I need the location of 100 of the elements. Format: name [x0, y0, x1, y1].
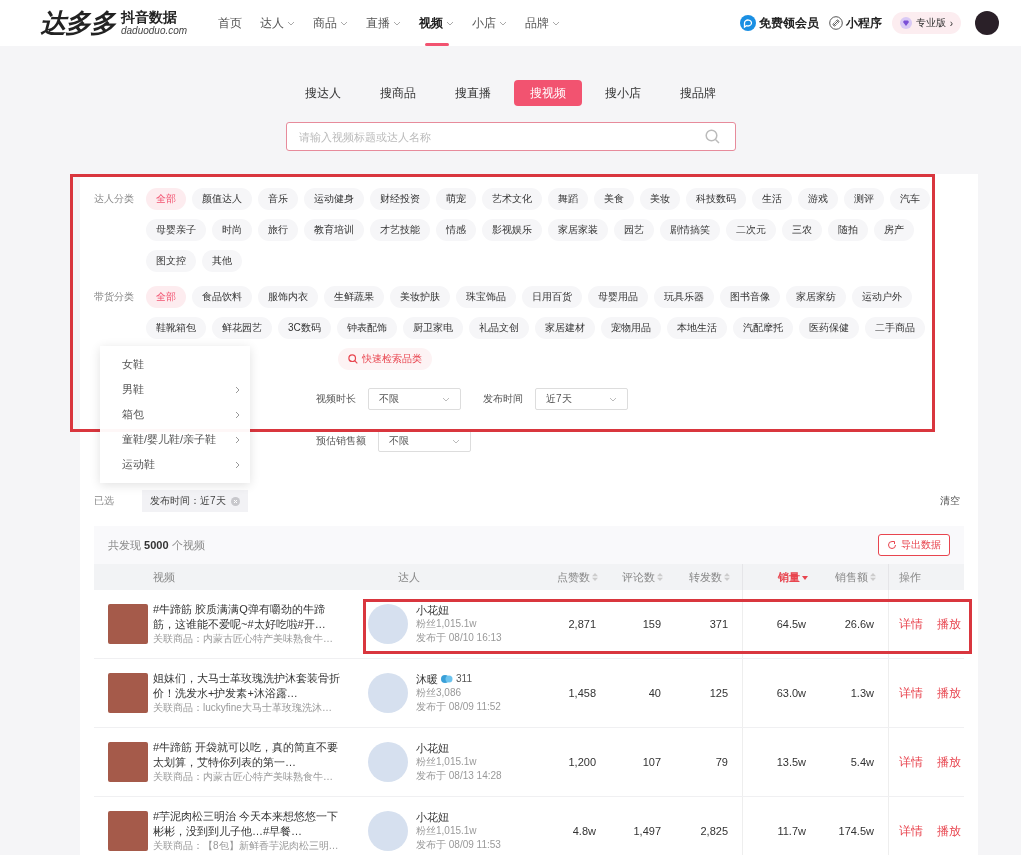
category-option[interactable]: 三农 — [782, 219, 822, 241]
filter-tag[interactable]: 发布时间：近7天 — [142, 490, 248, 512]
search-tab[interactable]: 搜直播 — [439, 80, 507, 106]
category-option[interactable]: 运动健身 — [304, 188, 364, 210]
category-option[interactable]: 测评 — [844, 188, 884, 210]
talent-name[interactable]: 小花妞 — [416, 741, 449, 755]
talent-name[interactable]: 小花妞 — [416, 810, 449, 824]
category-option[interactable]: 艺术文化 — [482, 188, 542, 210]
category-option[interactable]: 生活 — [752, 188, 792, 210]
menu-item[interactable]: 运动鞋 — [100, 452, 250, 477]
mini-program-link[interactable]: 小程序 — [845, 14, 882, 32]
category-option[interactable]: 二手商品 — [864, 317, 925, 339]
action-link[interactable]: 播放 — [937, 615, 961, 633]
video-title[interactable]: #芋泥肉松三明治 今天本来想悠悠一下彬彬，没到到儿子他…#早餐… — [153, 809, 343, 839]
talent-name[interactable]: 小花妞 — [416, 603, 449, 617]
category-option[interactable]: 生鲜蔬果 — [324, 286, 384, 308]
video-title[interactable]: #牛蹄筋 胶质满满Q弹有嚼劲的牛蹄筋，这谁能不爱呢~#太好吃啦#开… — [153, 602, 343, 632]
video-thumbnail[interactable] — [108, 673, 148, 713]
category-option[interactable]: 随拍 — [828, 219, 868, 241]
nav-item[interactable]: 首页 — [209, 0, 252, 46]
category-option[interactable]: 舞蹈 — [548, 188, 588, 210]
clear-link[interactable]: 清空 — [940, 494, 960, 508]
category-option[interactable]: 财经投资 — [370, 188, 430, 210]
video-thumbnail[interactable] — [108, 742, 148, 782]
category-option[interactable]: 园艺 — [614, 219, 654, 241]
category-option[interactable]: 日用百货 — [522, 286, 582, 308]
search-tab[interactable]: 搜商品 — [364, 80, 432, 106]
category-option[interactable]: 家居家纺 — [786, 286, 846, 308]
category-option[interactable]: 宠物用品 — [600, 317, 661, 339]
category-option[interactable]: 家居建材 — [534, 317, 595, 339]
category-option[interactable]: 厨卫家电 — [402, 317, 463, 339]
category-option[interactable]: 母婴亲子 — [146, 219, 206, 241]
category-option[interactable]: 汽车 — [890, 188, 930, 210]
video-thumbnail[interactable] — [108, 604, 148, 644]
action-link[interactable]: 详情 — [899, 822, 923, 840]
action-link[interactable]: 详情 — [899, 615, 923, 633]
search-tab[interactable]: 搜达人 — [289, 80, 357, 106]
nav-item[interactable]: 直播 — [357, 0, 411, 46]
category-option[interactable]: 萌宠 — [436, 188, 476, 210]
category-option[interactable]: 影视娱乐 — [482, 219, 542, 241]
category-option[interactable]: 时尚 — [212, 219, 252, 241]
category-option[interactable]: 钟表配饰 — [336, 317, 397, 339]
category-option[interactable]: 珠宝饰品 — [456, 286, 516, 308]
category-option[interactable]: 家居家装 — [548, 219, 608, 241]
menu-item[interactable]: 男鞋 — [100, 377, 250, 402]
category-option[interactable]: 食品饮料 — [192, 286, 252, 308]
quick-search-link[interactable]: 快速检索品类 — [338, 348, 432, 370]
category-option[interactable]: 教育培训 — [304, 219, 364, 241]
video-title[interactable]: 姐妹们，大马士革玫瑰洗护沐套装骨折价！洗发水+护发素+沐浴露… — [153, 671, 343, 701]
category-option[interactable]: 剧情搞笑 — [660, 219, 720, 241]
category-option[interactable]: 才艺技能 — [370, 219, 430, 241]
filter-select[interactable]: 不限 — [368, 388, 461, 410]
category-option[interactable]: 汽配摩托 — [732, 317, 793, 339]
category-option[interactable]: 美妆护肤 — [390, 286, 450, 308]
video-thumbnail[interactable] — [108, 811, 148, 851]
action-link[interactable]: 播放 — [937, 684, 961, 702]
category-option[interactable]: 科技数码 — [686, 188, 746, 210]
search-tab[interactable]: 搜小店 — [589, 80, 657, 106]
category-option[interactable]: 礼品文创 — [468, 317, 529, 339]
video-title[interactable]: #牛蹄筋 开袋就可以吃，真的简直不要太划算，艾特你列表的第一… — [153, 740, 343, 770]
nav-item[interactable]: 商品 — [304, 0, 358, 46]
search-field[interactable]: 请输入视频标题或达人名称 — [285, 122, 736, 151]
talent-name[interactable]: 沐暖 — [416, 672, 438, 686]
category-option[interactable]: 旅行 — [258, 219, 298, 241]
export-button[interactable]: 导出数据 — [878, 534, 950, 556]
category-option[interactable]: 玩具乐器 — [654, 286, 714, 308]
action-link[interactable]: 详情 — [899, 684, 923, 702]
category-option[interactable]: 图书音像 — [720, 286, 780, 308]
menu-item[interactable]: 童鞋/婴儿鞋/亲子鞋 — [100, 427, 250, 452]
nav-item[interactable]: 品牌 — [516, 0, 570, 46]
category-option[interactable]: 母婴用品 — [588, 286, 648, 308]
menu-item[interactable]: 箱包 — [100, 402, 250, 427]
category-option[interactable]: 美食 — [594, 188, 634, 210]
category-option[interactable]: 情感 — [436, 219, 476, 241]
nav-item[interactable]: 小店 — [463, 0, 517, 46]
menu-item[interactable]: 女鞋 — [100, 352, 250, 377]
category-option[interactable]: 本地生活 — [666, 317, 727, 339]
category-option[interactable]: 3C数码 — [278, 317, 331, 339]
category-option[interactable]: 运动户外 — [852, 286, 912, 308]
category-option[interactable]: 美妆 — [640, 188, 680, 210]
free-membership-link[interactable]: 免费领会员 — [758, 14, 819, 32]
column-header[interactable]: 销量 — [742, 564, 820, 590]
category-option[interactable]: 其他 — [202, 250, 242, 272]
avatar[interactable] — [975, 11, 999, 35]
action-link[interactable]: 播放 — [937, 753, 961, 771]
action-link[interactable]: 播放 — [937, 822, 961, 840]
category-option[interactable]: 二次元 — [726, 219, 776, 241]
category-option[interactable]: 游戏 — [798, 188, 838, 210]
category-option[interactable]: 鲜花园艺 — [212, 317, 272, 339]
category-option[interactable]: 医药保健 — [798, 317, 859, 339]
nav-item[interactable]: 达人 — [251, 0, 305, 46]
action-link[interactable]: 详情 — [899, 753, 923, 771]
category-option[interactable]: 音乐 — [258, 188, 298, 210]
category-option[interactable]: 鞋靴箱包 — [146, 317, 206, 339]
filter-select[interactable]: 不限 — [378, 430, 471, 452]
plan-badge[interactable]: 专业版 › — [891, 12, 961, 34]
nav-item[interactable]: 视频 — [410, 0, 464, 46]
category-option[interactable]: 服饰内衣 — [258, 286, 318, 308]
category-option[interactable]: 颜值达人 — [192, 188, 252, 210]
category-option[interactable]: 图文控 — [146, 250, 196, 272]
